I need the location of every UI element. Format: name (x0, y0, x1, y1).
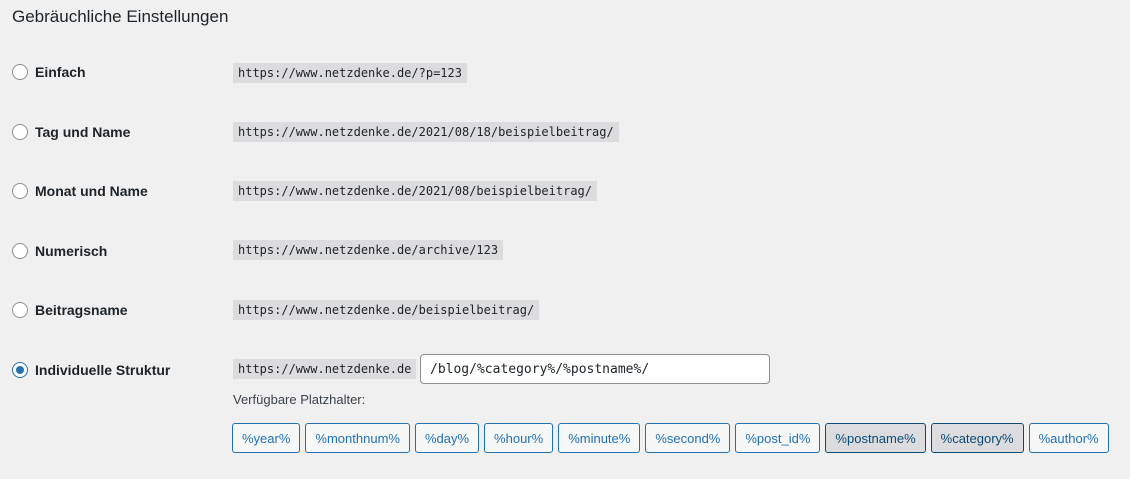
url-example-post-name: https://www.netzdenke.de/beispielbeitrag… (233, 300, 540, 320)
option-label-custom: Individuelle Struktur (35, 362, 171, 378)
tag-button-post-id[interactable]: %post_id% (735, 423, 821, 453)
section-title: Gebräuchliche Einstellungen (12, 7, 229, 26)
placeholder-tag-list: %year% %monthnum% %day% %hour% %minute% … (232, 423, 1109, 453)
url-example-month-name: https://www.netzdenke.de/2021/08/beispie… (233, 181, 598, 201)
tag-button-minute[interactable]: %minute% (558, 423, 641, 453)
permalink-option-numeric[interactable]: Numerisch (12, 239, 107, 263)
option-label-month-name: Monat und Name (35, 183, 148, 199)
tag-button-monthnum[interactable]: %monthnum% (305, 423, 410, 453)
tag-button-category[interactable]: %category% (930, 423, 1024, 453)
tag-button-year[interactable]: %year% (232, 423, 301, 453)
url-example-plain: https://www.netzdenke.de/?p=123 (233, 63, 467, 83)
permalink-option-custom[interactable]: Individuelle Struktur (12, 358, 170, 382)
radio-numeric[interactable] (12, 243, 28, 259)
tag-button-hour[interactable]: %hour% (484, 423, 554, 453)
option-label-day-name: Tag und Name (35, 124, 131, 140)
radio-post-name[interactable] (12, 302, 28, 318)
option-label-plain: Einfach (35, 64, 86, 80)
permalink-option-post-name[interactable]: Beitragsname (12, 298, 128, 322)
custom-base-url: https://www.netzdenke.de (233, 359, 417, 379)
radio-selected-dot (16, 366, 24, 374)
permalink-option-day-name[interactable]: Tag und Name (12, 120, 130, 144)
available-placeholders-heading: Verfügbare Platzhalter: (233, 392, 366, 407)
radio-day-name[interactable] (12, 124, 28, 140)
radio-month-name[interactable] (12, 183, 28, 199)
url-example-numeric: https://www.netzdenke.de/archive/123 (233, 240, 504, 260)
url-example-day-name: https://www.netzdenke.de/2021/08/18/beis… (233, 122, 619, 142)
radio-custom[interactable] (12, 362, 28, 378)
tag-button-day[interactable]: %day% (414, 423, 480, 453)
tag-button-author[interactable]: %author% (1028, 423, 1109, 453)
tag-button-second[interactable]: %second% (645, 423, 731, 453)
option-label-numeric: Numerisch (35, 243, 108, 259)
permalink-option-month-name[interactable]: Monat und Name (12, 179, 148, 203)
option-label-post-name: Beitragsname (35, 302, 128, 318)
tag-button-postname[interactable]: %postname% (825, 423, 926, 453)
permalink-option-plain[interactable]: Einfach (12, 60, 86, 84)
radio-plain[interactable] (12, 64, 28, 80)
custom-structure-input[interactable] (420, 354, 770, 384)
